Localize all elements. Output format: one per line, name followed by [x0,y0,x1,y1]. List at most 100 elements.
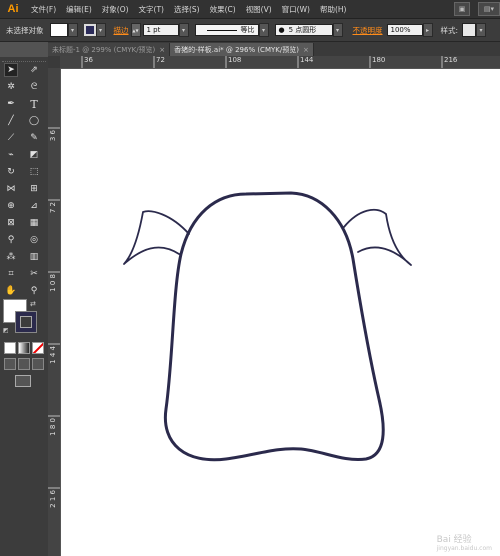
menu-select[interactable]: 选择(S) [174,4,200,15]
profile-dropdown[interactable]: ▾ [258,23,269,37]
pen-tool-icon[interactable]: ✒ [4,97,18,111]
artboard-tool-icon[interactable]: ⌗ [4,267,18,281]
draw-behind-icon[interactable] [18,358,30,370]
stroke-panel-link[interactable]: 描边 [114,25,129,36]
ruler-label: 1 4 4 [49,346,57,364]
draw-inside-icon[interactable] [32,358,44,370]
symbol-sprayer-tool-icon[interactable]: ⁂ [4,250,18,264]
tab-untitled-1[interactable]: 未标题-1 @ 299% (CMYK/预览) × [48,43,171,56]
ruler-label: 144 [300,56,314,64]
horizontal-ruler[interactable]: 36 72 108 144 180 216 [60,56,500,69]
none-mode-button[interactable] [32,342,44,354]
style-label: 样式: [440,25,459,35]
pig-head-path [163,191,385,462]
graphic-style-dropdown[interactable]: ▾ [476,23,487,37]
graphic-style-swatch[interactable] [462,23,477,37]
brush-definition[interactable]: ● 5 点圆形 [274,24,333,36]
menu-object[interactable]: 对象(O) [102,4,129,15]
width-tool-icon[interactable]: ⋈ [4,182,18,196]
brush-dropdown[interactable]: ▾ [332,23,343,37]
pig-outline-drawing[interactable] [61,69,500,556]
stroke-weight-stepper[interactable]: ▲▼ [130,23,141,37]
swap-fill-stroke-icon[interactable]: ⇄ [30,300,36,308]
free-transform-tool-icon[interactable]: ⊞ [27,182,41,196]
ruler-label: 72 [156,56,165,64]
opacity-dropdown[interactable]: ▸ [422,23,433,37]
menu-view[interactable]: 视图(V) [246,4,272,15]
menu-type[interactable]: 文字(T) [139,4,164,15]
tools-panel: ➤ ⇗ ✲ ᘓ ✒ T ╱ ◯ ⟋ ✎ ⌁ ◩ ↻ ⬚ ⋈ ⊞ ⊕ ⊿ ⊠ ▦ … [0,57,49,556]
close-icon[interactable]: × [159,46,165,54]
menu-bar: Ai 文件(F) 编辑(E) 对象(O) 文字(T) 选择(S) 效果(C) 视… [0,0,500,19]
tab-label: 未标题-1 @ 299% (CMYK/预览) [52,45,156,54]
zoom-tool-icon[interactable]: ⚲ [27,284,41,298]
ruler-label: 216 [444,56,458,64]
pencil-tool-icon[interactable]: ✎ [27,131,41,145]
ellipse-tool-icon[interactable]: ◯ [27,114,41,128]
variable-width-profile[interactable]: 等比 [194,24,259,36]
fill-swatch[interactable] [49,23,68,37]
profile-label: 等比 [240,26,255,34]
watermark-main: Bai 经验 [436,535,472,545]
screen-mode-icon[interactable] [15,375,31,387]
gradient-tool-icon[interactable]: ▦ [27,216,41,230]
opacity-link[interactable]: 不透明度 [353,25,383,36]
stroke-weight-dropdown[interactable]: ▾ [178,23,189,37]
panel-grip[interactable] [2,57,46,62]
stroke-dropdown[interactable]: ▾ [95,23,106,37]
brush-label: 5 点圆形 [288,26,317,34]
menu-effect[interactable]: 效果(C) [210,4,236,15]
mesh-tool-icon[interactable]: ⊠ [4,216,18,230]
rotate-tool-icon[interactable]: ↻ [4,165,18,179]
tab-label: 香猪的-样板.ai* @ 296% (CMYK/预览) [174,45,299,54]
stroke-color-box[interactable] [15,311,37,333]
ruler-label: 3 6 [49,130,57,142]
eraser-tool-icon[interactable]: ◩ [27,148,41,162]
menu-window[interactable]: 窗口(W) [282,4,310,15]
watermark-sub: jingyan.baidu.com [436,545,492,552]
brush-dot-icon: ● [278,26,285,34]
vertical-ruler[interactable]: 3 6 7 2 1 0 8 1 4 4 1 8 0 2 1 6 [48,68,61,556]
perspective-grid-tool-icon[interactable]: ⊿ [27,199,41,213]
blend-tool-icon[interactable]: ◎ [27,233,41,247]
menu-file[interactable]: 文件(F) [31,4,56,15]
close-icon[interactable]: × [303,46,309,54]
menu-edit[interactable]: 编辑(E) [66,4,92,15]
direct-selection-tool-icon[interactable]: ⇗ [27,63,41,77]
tab-active-document[interactable]: 香猪的-样板.ai* @ 296% (CMYK/预览) × [170,43,314,56]
scale-tool-icon[interactable]: ⬚ [27,165,41,179]
selection-tool-icon[interactable]: ➤ [4,63,18,77]
color-mode-button[interactable] [4,342,16,354]
opacity-field[interactable]: 100% [386,24,423,36]
document-tabs: 未标题-1 @ 299% (CMYK/预览) × 香猪的-样板.ai* @ 29… [48,42,500,56]
stroke-swatch[interactable] [83,24,96,36]
ruler-label: 36 [84,56,93,64]
selection-status: 未选择对象 [6,25,44,35]
eyedropper-tool-icon[interactable]: ⚲ [4,233,18,247]
app-logo: Ai [7,3,19,15]
ruler-label: 2 1 6 [49,490,57,508]
lasso-tool-icon[interactable]: ᘓ [27,80,41,94]
menu-help[interactable]: 帮助(H) [320,4,347,15]
profile-line-icon [206,29,237,31]
fill-dropdown[interactable]: ▾ [67,23,78,37]
artboard-canvas[interactable]: Bai 经验 jingyan.baidu.com [61,69,500,556]
stroke-weight-field[interactable]: 1 pt [142,24,179,36]
paintbrush-tool-icon[interactable]: ⟋ [4,131,18,145]
bridge-button[interactable]: ▣ [454,2,470,16]
magic-wand-tool-icon[interactable]: ✲ [4,80,18,94]
control-bar: 未选择对象 ▾ ▾ 描边 ▲▼ 1 pt ▾ 等比 ▾ ● 5 点圆形 ▾ 不透… [0,19,500,42]
slice-tool-icon[interactable]: ✂ [27,267,41,281]
draw-normal-icon[interactable] [4,358,16,370]
shape-builder-tool-icon[interactable]: ⊕ [4,199,18,213]
line-segment-tool-icon[interactable]: ╱ [4,114,18,128]
gradient-mode-button[interactable] [18,342,30,354]
type-tool-icon[interactable]: T [27,97,41,111]
arrange-documents-button[interactable]: ▤▾ [478,2,500,16]
default-colors-icon[interactable]: ◩ [3,327,9,334]
blob-brush-tool-icon[interactable]: ⌁ [4,148,18,162]
ruler-label: 1 8 0 [49,418,57,436]
hand-tool-icon[interactable]: ✋ [4,284,18,298]
column-graph-tool-icon[interactable]: ▥ [27,250,41,264]
ruler-label: 1 0 8 [49,274,57,292]
